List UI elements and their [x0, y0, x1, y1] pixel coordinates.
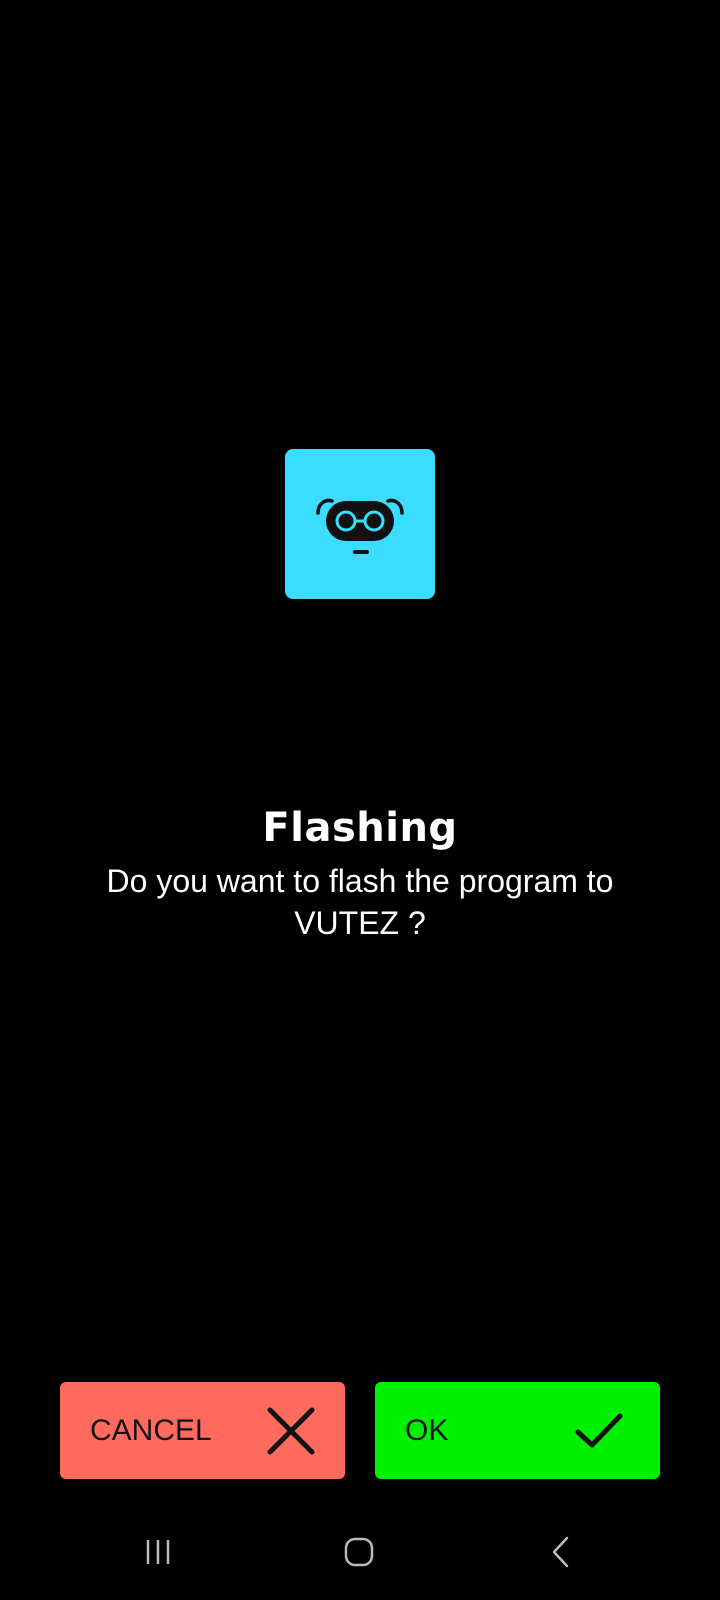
checkmark-icon: [575, 1413, 623, 1448]
back-icon: [552, 1536, 569, 1568]
home-icon: [344, 1537, 374, 1567]
cancel-button[interactable]: CANCEL: [60, 1382, 345, 1479]
robot-logo-tile: [285, 449, 435, 599]
close-icon: [267, 1407, 315, 1455]
dialog-title: Flashing: [262, 805, 458, 851]
ok-button[interactable]: OK: [375, 1382, 660, 1479]
ok-button-label: OK: [405, 1414, 449, 1447]
dialog-message: Do you want to flash the program to VUTE…: [106, 863, 614, 941]
cancel-button-label: CANCEL: [90, 1414, 212, 1447]
home-button[interactable]: [329, 1528, 389, 1576]
recent-apps-icon: [146, 1540, 170, 1564]
robot-face-icon: [316, 498, 404, 554]
recent-apps-button[interactable]: [128, 1528, 188, 1576]
system-navigation-bar: [0, 1510, 720, 1600]
back-button[interactable]: [531, 1528, 591, 1576]
